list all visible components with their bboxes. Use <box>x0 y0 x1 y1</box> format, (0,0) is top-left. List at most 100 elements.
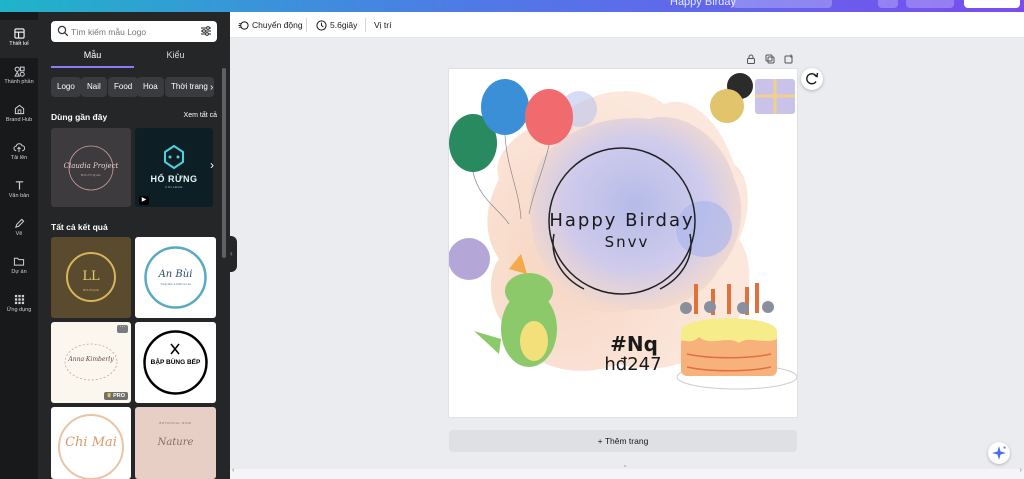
search-box[interactable] <box>51 21 217 42</box>
duration-button[interactable]: 5.6giây <box>316 18 357 32</box>
rail-label: Ứng dụng <box>6 307 32 313</box>
card-tag-line1[interactable]: #Nq <box>610 332 658 356</box>
magic-assistant-button[interactable] <box>988 442 1010 464</box>
rail-item-uploads[interactable]: Tải lên <box>0 134 38 172</box>
add-page-button[interactable]: + Thêm trang <box>449 430 797 452</box>
chip-logo[interactable]: Logo <box>51 77 81 97</box>
apps-icon <box>14 294 24 305</box>
template-subtitle: BOTANICAL MIND <box>159 421 192 425</box>
lock-icon[interactable] <box>746 54 756 64</box>
rail-item-text[interactable]: Văn bản <box>0 172 38 210</box>
card-tag-line2[interactable]: hđ247 <box>604 354 661 375</box>
rail-label: Thành phần <box>4 79 34 85</box>
templates-panel: Mẫu Kiểu Logo Nail Food Hoa Thời trang ›… <box>38 12 230 479</box>
rail-item-brand-hub[interactable]: Brand Hub <box>0 96 38 134</box>
fork-knife-icon <box>170 343 180 355</box>
template-subtitle: BOUTIQUE <box>83 288 99 292</box>
template-name: LL <box>82 269 100 284</box>
rail-label: Văn bản <box>8 193 30 199</box>
party-decor <box>710 73 795 123</box>
toolbar-divider <box>365 18 366 32</box>
sparkle-icon <box>992 446 1006 460</box>
see-all-link[interactable]: Xem tất cả <box>184 112 217 119</box>
shapes-icon <box>13 66 25 77</box>
chip-flower[interactable]: Hoa <box>137 77 164 97</box>
template-subtitle: BOUTIQUE <box>81 173 101 177</box>
video-play-icon: ▶ <box>139 196 149 205</box>
upload-cloud-icon <box>13 143 25 153</box>
scroll-left-icon[interactable]: ‹ <box>232 467 234 474</box>
template-name: Claudia Project <box>63 162 119 170</box>
brand-icon <box>14 104 24 115</box>
duration-label: 5.6giây <box>330 20 358 30</box>
position-button[interactable]: Vị trí <box>374 18 391 32</box>
tab-templates[interactable]: Mẫu <box>51 50 134 60</box>
template-name: BẬP BÙNG BẾP <box>150 359 201 366</box>
chevron-right-icon[interactable]: › <box>210 82 213 93</box>
birthday-artwork: Happy Birday Snvv #Nq hđ247 <box>449 73 797 390</box>
template-thumbnail[interactable]: Anna Kimberly ··· ♛ PRO <box>51 322 131 403</box>
rail-label: Tải lên <box>10 155 28 161</box>
animate-label: Chuyển động <box>252 20 303 30</box>
folder-icon <box>13 257 25 266</box>
chip-food[interactable]: Food <box>108 77 139 97</box>
search-input[interactable] <box>71 24 191 39</box>
text-icon <box>15 181 23 190</box>
tab-styles[interactable]: Kiểu <box>134 50 217 60</box>
chevron-right-icon[interactable]: › <box>210 158 214 172</box>
chip-fashion[interactable]: Thời trang <box>165 77 214 97</box>
rail-label: Brand Hub <box>5 117 33 123</box>
animate-button[interactable]: Chuyển động <box>238 18 303 32</box>
rail-item-apps[interactable]: Ứng dụng <box>0 286 38 324</box>
left-rail: Thiết kế Thành phần Brand Hub Tải lên Vă… <box>0 12 38 479</box>
add-page-icon[interactable] <box>784 54 794 64</box>
template-thumbnail[interactable]: An Bùi Trang điểm & Chăm sóc da <box>135 237 216 318</box>
position-label: Vị trí <box>374 20 392 30</box>
rail-item-draw[interactable]: Vẽ <box>0 210 38 248</box>
pro-badge-label: PRO <box>113 393 125 399</box>
design-page[interactable]: Happy Birday Snvv #Nq hđ247 <box>449 69 797 417</box>
collapse-panel-handle[interactable]: ‹ <box>230 236 237 272</box>
top-bar: Happy Birday <box>0 0 1024 12</box>
template-thumbnail[interactable]: Chi Mai <box>51 407 131 479</box>
filter-icon[interactable] <box>200 25 212 37</box>
more-options-icon[interactable]: ··· <box>117 324 128 333</box>
template-thumbnail[interactable]: LL BOUTIQUE <box>51 237 131 318</box>
filter-chips: Logo Nail Food Hoa Thời trang <box>51 77 221 97</box>
recent-template-thumbnail[interactable]: HỔ RỪNG COLLEGE ▶ <box>135 128 213 207</box>
top-bar-button[interactable] <box>906 0 954 8</box>
duplicate-icon[interactable] <box>765 54 775 64</box>
recent-template-thumbnail[interactable]: Claudia Project BOUTIQUE <box>51 128 131 207</box>
card-title-line1[interactable]: Happy Birday <box>549 210 694 231</box>
rail-item-elements[interactable]: Thành phần <box>0 58 38 96</box>
clock-icon <box>316 19 327 31</box>
share-button[interactable] <box>964 0 1020 8</box>
rail-item-design[interactable]: Thiết kế <box>0 20 38 58</box>
panel-scrollbar[interactable] <box>222 68 226 258</box>
regenerate-button[interactable] <box>801 68 823 90</box>
chevron-up-icon[interactable]: ˆ <box>624 466 626 473</box>
chip-nail[interactable]: Nail <box>81 77 107 97</box>
template-name: HỔ RỪNG <box>150 174 198 184</box>
tab-underline <box>51 66 134 68</box>
template-subtitle: COLLEGE <box>165 185 183 189</box>
scroll-right-icon[interactable]: › <box>1020 467 1022 474</box>
design-title[interactable]: Happy Birday <box>670 0 736 8</box>
animate-icon <box>238 20 249 30</box>
template-thumbnail[interactable]: BẬP BÙNG BẾP <box>135 322 216 403</box>
rail-label: Dự án <box>11 269 27 275</box>
refresh-icon <box>806 72 819 85</box>
layout-icon <box>13 28 25 39</box>
template-name: Chi Mai <box>65 435 117 450</box>
card-title-line2[interactable]: Snvv <box>605 233 650 251</box>
template-subtitle: Trang điểm & Chăm sóc da <box>160 283 191 286</box>
search-icon <box>57 25 69 37</box>
draw-icon <box>14 218 24 228</box>
rail-item-projects[interactable]: Dự án <box>0 248 38 286</box>
top-bar-button[interactable] <box>732 0 832 8</box>
horizontal-scrollbar[interactable]: ‹ ˆ › <box>230 466 1024 479</box>
template-name: Anna Kimberly <box>68 356 114 363</box>
top-bar-button[interactable] <box>878 0 898 8</box>
template-thumbnail[interactable]: BOTANICAL MIND Nature <box>135 407 216 479</box>
template-name: An Bùi <box>158 269 193 280</box>
